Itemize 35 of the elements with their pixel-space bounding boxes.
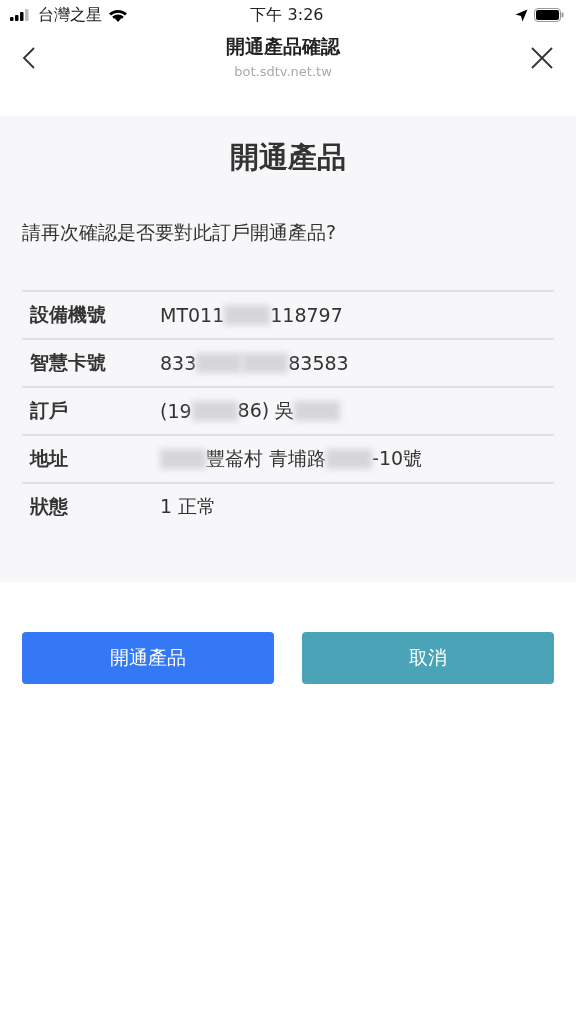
field-value: 118797 [270, 304, 343, 326]
field-label: 智慧卡號 [29, 350, 107, 375]
back-icon [22, 46, 36, 70]
page-url: bot.sdtv.net.tw [234, 64, 332, 79]
field-value: 83583 [288, 352, 349, 374]
field-label: 狀態 [29, 494, 69, 519]
field-label: 地址 [28, 446, 69, 471]
close-icon [530, 46, 554, 70]
redacted-block [191, 401, 238, 421]
field-value: (19 [160, 400, 192, 422]
field-label: 訂戶 [29, 398, 69, 423]
field-value: 豐崙村 青埔路 [206, 446, 327, 471]
field-value: -10號 [372, 446, 423, 471]
wifi-icon [108, 7, 128, 23]
action-button[interactable]: 開通產品 [22, 632, 274, 684]
redacted-block [326, 449, 373, 469]
page-title: 開通產品確認 [226, 34, 340, 59]
field-value: 1 正常 [160, 494, 217, 519]
field-value: 86) 吳 [237, 398, 295, 423]
redacted-block [196, 353, 243, 373]
field-label: 設備機號 [29, 302, 107, 327]
signal-icon [10, 9, 32, 21]
field-value: 833 [160, 352, 197, 374]
redacted-block [294, 401, 341, 421]
panel-title: 開通產品 [229, 139, 347, 176]
carrier-name: 台灣之星 [38, 4, 102, 26]
status-time: 下午 3:26 [250, 4, 324, 26]
location-arrow-icon [515, 8, 528, 22]
redacted-block [224, 305, 271, 325]
redacted-block [160, 449, 206, 469]
field-value: MT011 [160, 304, 225, 326]
confirm-question: 請再次確認是否要對此訂戶開通產品? [22, 220, 338, 245]
redacted-block [242, 353, 289, 373]
battery-icon [534, 8, 564, 22]
action-button[interactable]: 取消 [302, 632, 554, 684]
